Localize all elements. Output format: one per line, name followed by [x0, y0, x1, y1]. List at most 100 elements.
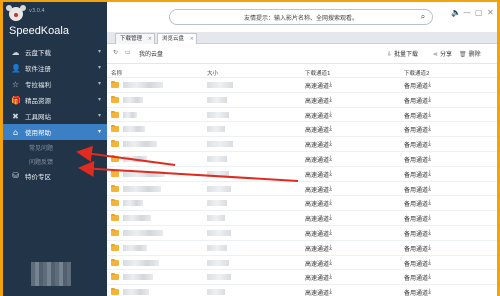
backup-channel-link[interactable]: 备用通道 [404, 170, 428, 179]
high-speed-channel-link[interactable]: 高速通道 [305, 259, 329, 268]
high-speed-channel-link[interactable]: 高速通道 [305, 229, 329, 238]
high-speed-channel-link[interactable]: 高速通道 [305, 111, 329, 120]
high-speed-channel-link[interactable]: 高速通道 [305, 96, 329, 105]
table-row[interactable]: 高速通道 ⤓ 备用通道 ⤓ [107, 226, 497, 241]
backup-channel-link[interactable]: 备用通道 [404, 229, 428, 238]
table-row[interactable]: 高速通道 ⤓ 备用通道 ⤓ [107, 211, 497, 226]
column-header-size[interactable]: 大小 [207, 69, 218, 77]
sidebar-item-resources[interactable]: 🎁 精品资源 ▾ [3, 92, 107, 108]
avatar[interactable] [31, 262, 71, 286]
search-input[interactable]: 友情提示：输入影片名称、全网搜索观看。 ⌕ [169, 9, 433, 25]
table-row[interactable]: 高速通道 ⤓ 备用通道 ⤓ [107, 137, 497, 152]
download-icon[interactable]: ⤓ [428, 213, 431, 222]
high-speed-channel-link[interactable]: 高速通道 [305, 288, 329, 296]
file-name[interactable] [123, 200, 143, 207]
table-row[interactable]: 高速通道 ⤓ 备用通道 ⤓ [107, 167, 497, 182]
sidebar-item-benefits[interactable]: ☆ 专拉福利 ▾ [3, 76, 107, 92]
download-icon[interactable]: ⤓ [329, 139, 332, 148]
high-speed-channel-link[interactable]: 高速通道 [305, 81, 329, 90]
sidebar-subitem-feedback[interactable]: 问题反馈 [3, 154, 107, 168]
table-row[interactable]: 高速通道 ⤓ 备用通道 ⤓ [107, 93, 497, 108]
backup-channel-link[interactable]: 备用通道 [404, 244, 428, 253]
backup-channel-link[interactable]: 备用通道 [404, 185, 428, 194]
file-name[interactable] [123, 259, 159, 266]
file-name[interactable] [123, 111, 137, 118]
download-icon[interactable]: ⤓ [428, 80, 431, 89]
download-icon[interactable]: ⤓ [428, 287, 431, 296]
high-speed-channel-link[interactable]: 高速通道 [305, 273, 329, 282]
maximize-button[interactable]: ▢ [475, 8, 483, 17]
sidebar-item-help[interactable]: ⌂ 使用帮助 ▾ [3, 124, 107, 140]
file-name[interactable] [123, 141, 157, 148]
batch-download-button[interactable]: ⇩ 批量下载 [387, 49, 418, 58]
table-row[interactable]: 高速通道 ⤓ 备用通道 ⤓ [107, 108, 497, 123]
delete-button[interactable]: 🗑 删除 [459, 49, 481, 58]
sidebar-item-register[interactable]: 👤 软件注册 ▾ [3, 60, 107, 76]
table-row[interactable]: 高速通道 ⤓ 备用通道 ⤓ [107, 285, 497, 296]
download-icon[interactable]: ⤓ [428, 169, 431, 178]
download-icon[interactable]: ⤓ [428, 228, 431, 237]
download-icon[interactable]: ⤓ [428, 258, 431, 267]
download-icon[interactable]: ⤓ [329, 95, 332, 104]
file-name[interactable] [123, 170, 165, 177]
file-name[interactable] [123, 126, 145, 133]
table-row[interactable]: 高速通道 ⤓ 备用通道 ⤓ [107, 256, 497, 271]
user-area[interactable] [3, 256, 107, 296]
sidebar-subitem-faq[interactable]: 常见问题 [3, 140, 107, 154]
backup-channel-link[interactable]: 备用通道 [404, 214, 428, 223]
close-icon[interactable]: × [190, 34, 194, 44]
high-speed-channel-link[interactable]: 高速通道 [305, 199, 329, 208]
tab-download-manager[interactable]: 下载管理 × [115, 33, 155, 44]
sidebar-item-cloud-download[interactable]: ☁ 云盘下载 ▾ [3, 44, 107, 60]
backup-channel-link[interactable]: 备用通道 [404, 273, 428, 282]
download-icon[interactable]: ⤓ [329, 287, 332, 296]
high-speed-channel-link[interactable]: 高速通道 [305, 170, 329, 179]
download-icon[interactable]: ⤓ [329, 110, 332, 119]
minimize-button[interactable]: — [463, 8, 471, 17]
tab-browse-cloud[interactable]: 浏览云盘 × [157, 33, 197, 44]
backup-channel-link[interactable]: 备用通道 [404, 96, 428, 105]
file-name[interactable] [123, 155, 147, 162]
high-speed-channel-link[interactable]: 高速通道 [305, 185, 329, 194]
backup-channel-link[interactable]: 备用通道 [404, 111, 428, 120]
table-row[interactable]: 高速通道 ⤓ 备用通道 ⤓ [107, 122, 497, 138]
download-icon[interactable]: ⤓ [329, 243, 332, 252]
breadcrumb[interactable]: 我的云盘 [139, 49, 163, 58]
download-icon[interactable]: ⤓ [428, 184, 431, 193]
download-icon[interactable]: ⤓ [428, 124, 431, 133]
download-icon[interactable]: ⤓ [329, 228, 332, 237]
backup-channel-link[interactable]: 备用通道 [404, 199, 428, 208]
file-name[interactable] [123, 215, 151, 222]
table-row[interactable]: 高速通道 ⤓ 备用通道 ⤓ [107, 182, 497, 197]
high-speed-channel-link[interactable]: 高速通道 [305, 125, 329, 134]
download-icon[interactable]: ⤓ [329, 80, 332, 89]
file-name[interactable] [123, 82, 163, 88]
download-icon[interactable]: ⤓ [428, 154, 431, 163]
table-row[interactable]: 高速通道 ⤓ 备用通道 ⤓ [107, 270, 497, 286]
high-speed-channel-link[interactable]: 高速通道 [305, 244, 329, 253]
backup-channel-link[interactable]: 备用通道 [404, 259, 428, 268]
file-name[interactable] [123, 96, 143, 103]
refresh-icon[interactable]: ↻ [113, 49, 120, 56]
high-speed-channel-link[interactable]: 高速通道 [305, 214, 329, 223]
sidebar-item-special-offer[interactable]: ⛁ 特价专区 [3, 168, 107, 183]
backup-channel-link[interactable]: 备用通道 [404, 125, 428, 134]
download-icon[interactable]: ⤓ [428, 243, 431, 252]
file-name[interactable] [123, 289, 149, 296]
download-icon[interactable]: ⤓ [329, 198, 332, 207]
close-icon[interactable]: × [148, 34, 152, 44]
volume-icon[interactable]: 🔈 [451, 8, 461, 17]
table-row[interactable]: 高速通道 ⤓ 备用通道 ⤓ [107, 196, 497, 212]
share-button[interactable]: ⋖ 分享 [433, 49, 452, 58]
file-name[interactable] [123, 244, 147, 251]
download-icon[interactable]: ⤓ [428, 198, 431, 207]
download-icon[interactable]: ⤓ [329, 184, 332, 193]
download-icon[interactable]: ⤓ [329, 258, 332, 267]
download-icon[interactable]: ⤓ [329, 272, 332, 281]
backup-channel-link[interactable]: 备用通道 [404, 288, 428, 296]
download-icon[interactable]: ⤓ [329, 169, 332, 178]
sidebar-item-tools[interactable]: ✖ 工具网站 ▾ [3, 108, 107, 124]
table-row[interactable]: 高速通道 ⤓ 备用通道 ⤓ [107, 241, 497, 256]
download-icon[interactable]: ⤓ [329, 213, 332, 222]
column-header-name[interactable]: 名称 [111, 69, 122, 77]
